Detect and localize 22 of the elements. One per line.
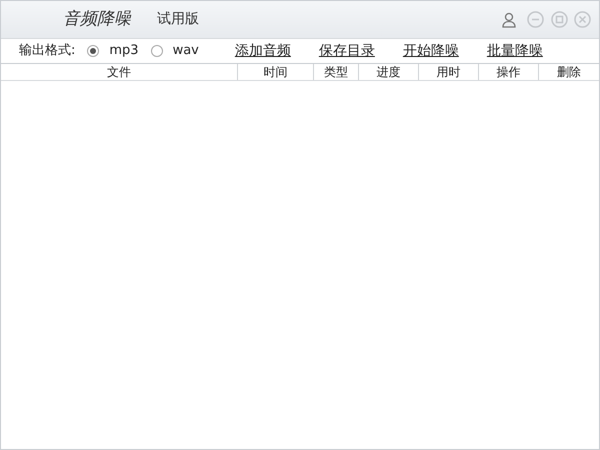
- close-button[interactable]: [574, 11, 591, 28]
- toolbar-link[interactable]: 开始降噪: [402, 40, 459, 62]
- toolbar-link[interactable]: 批量降噪: [486, 40, 543, 62]
- edition-label: 试用版: [157, 10, 199, 29]
- radio-button[interactable]: [150, 45, 163, 57]
- column-header: 删除: [556, 64, 582, 80]
- format-option-label[interactable]: wav: [172, 41, 199, 61]
- toolbar-link[interactable]: 保存目录: [318, 40, 375, 62]
- toolbar-link[interactable]: 添加音频: [234, 40, 291, 62]
- user-icon[interactable]: [501, 12, 518, 28]
- column-header: 文件: [1, 64, 238, 80]
- maximize-button[interactable]: [550, 11, 568, 28]
- column-header: 进度: [359, 64, 419, 80]
- column-header: 用时: [419, 64, 479, 80]
- column-header: 时间: [238, 64, 314, 80]
- column-header: 类型: [314, 64, 359, 80]
- format-option-label[interactable]: mp3: [109, 41, 139, 61]
- minimize-button[interactable]: [527, 11, 544, 28]
- column-header: 操作: [479, 64, 539, 80]
- window-title: 音频降噪: [63, 8, 131, 31]
- radio-button[interactable]: [87, 45, 100, 57]
- format-label: 输出格式:: [19, 42, 76, 60]
